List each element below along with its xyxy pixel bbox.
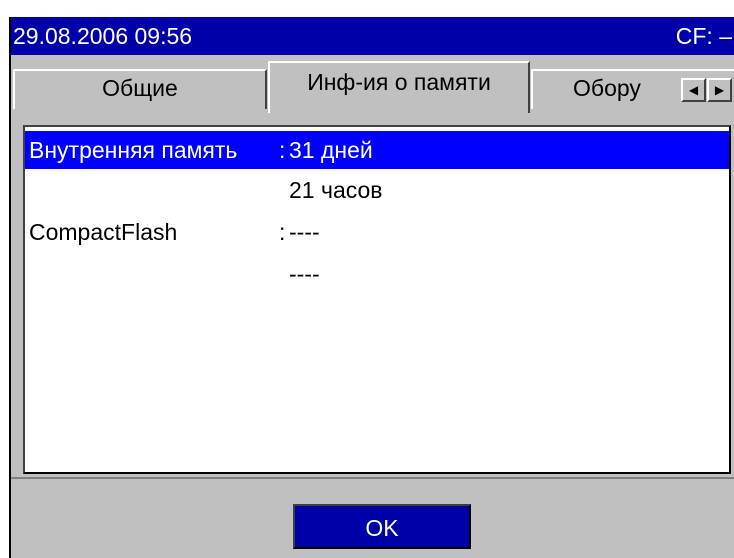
- arrow-left-icon: ◀: [688, 83, 699, 97]
- tab-scroll-left-button[interactable]: ◀: [681, 78, 706, 102]
- compactflash-label: CompactFlash: [29, 219, 178, 245]
- compactflash-row-2: ----: [25, 255, 729, 293]
- ok-button[interactable]: OK: [293, 504, 471, 549]
- compactflash-value-1: ----: [289, 219, 320, 245]
- internal-memory-colon: :: [279, 137, 286, 163]
- button-bar: OK: [11, 477, 734, 558]
- compactflash-row: CompactFlash : ----: [25, 213, 729, 251]
- title-bar: 29.08.2006 09:56 CF: –: [11, 17, 734, 55]
- compactflash-value-2: ----: [289, 261, 320, 287]
- screen: 29.08.2006 09:56 CF: – Общие Инф-ия о па…: [0, 0, 734, 558]
- internal-memory-hours-row: 21 часов: [25, 171, 729, 209]
- memory-info-panel: Внутренняя память : 31 дней 21 часов Com…: [23, 125, 731, 474]
- internal-memory-hours: 21 часов: [289, 177, 383, 203]
- tab-strip: Общие Инф-ия о памяти Обору ◀ ▶: [11, 55, 734, 123]
- tab-scroll-right-button[interactable]: ▶: [707, 78, 732, 102]
- compactflash-colon: :: [279, 219, 286, 245]
- cf-status: CF: –: [675, 23, 732, 49]
- tab-general[interactable]: Общие: [13, 69, 267, 109]
- arrow-right-icon: ▶: [714, 83, 725, 97]
- internal-memory-label: Внутренняя память: [29, 137, 238, 163]
- tab-memory-info[interactable]: Инф-ия о памяти: [268, 61, 530, 113]
- internal-memory-row[interactable]: Внутренняя память : 31 дней: [25, 131, 729, 169]
- internal-memory-days: 31 дней: [289, 137, 373, 163]
- datetime-display: 29.08.2006 09:56: [13, 23, 193, 49]
- device-window: 29.08.2006 09:56 CF: – Общие Инф-ия о па…: [9, 17, 734, 558]
